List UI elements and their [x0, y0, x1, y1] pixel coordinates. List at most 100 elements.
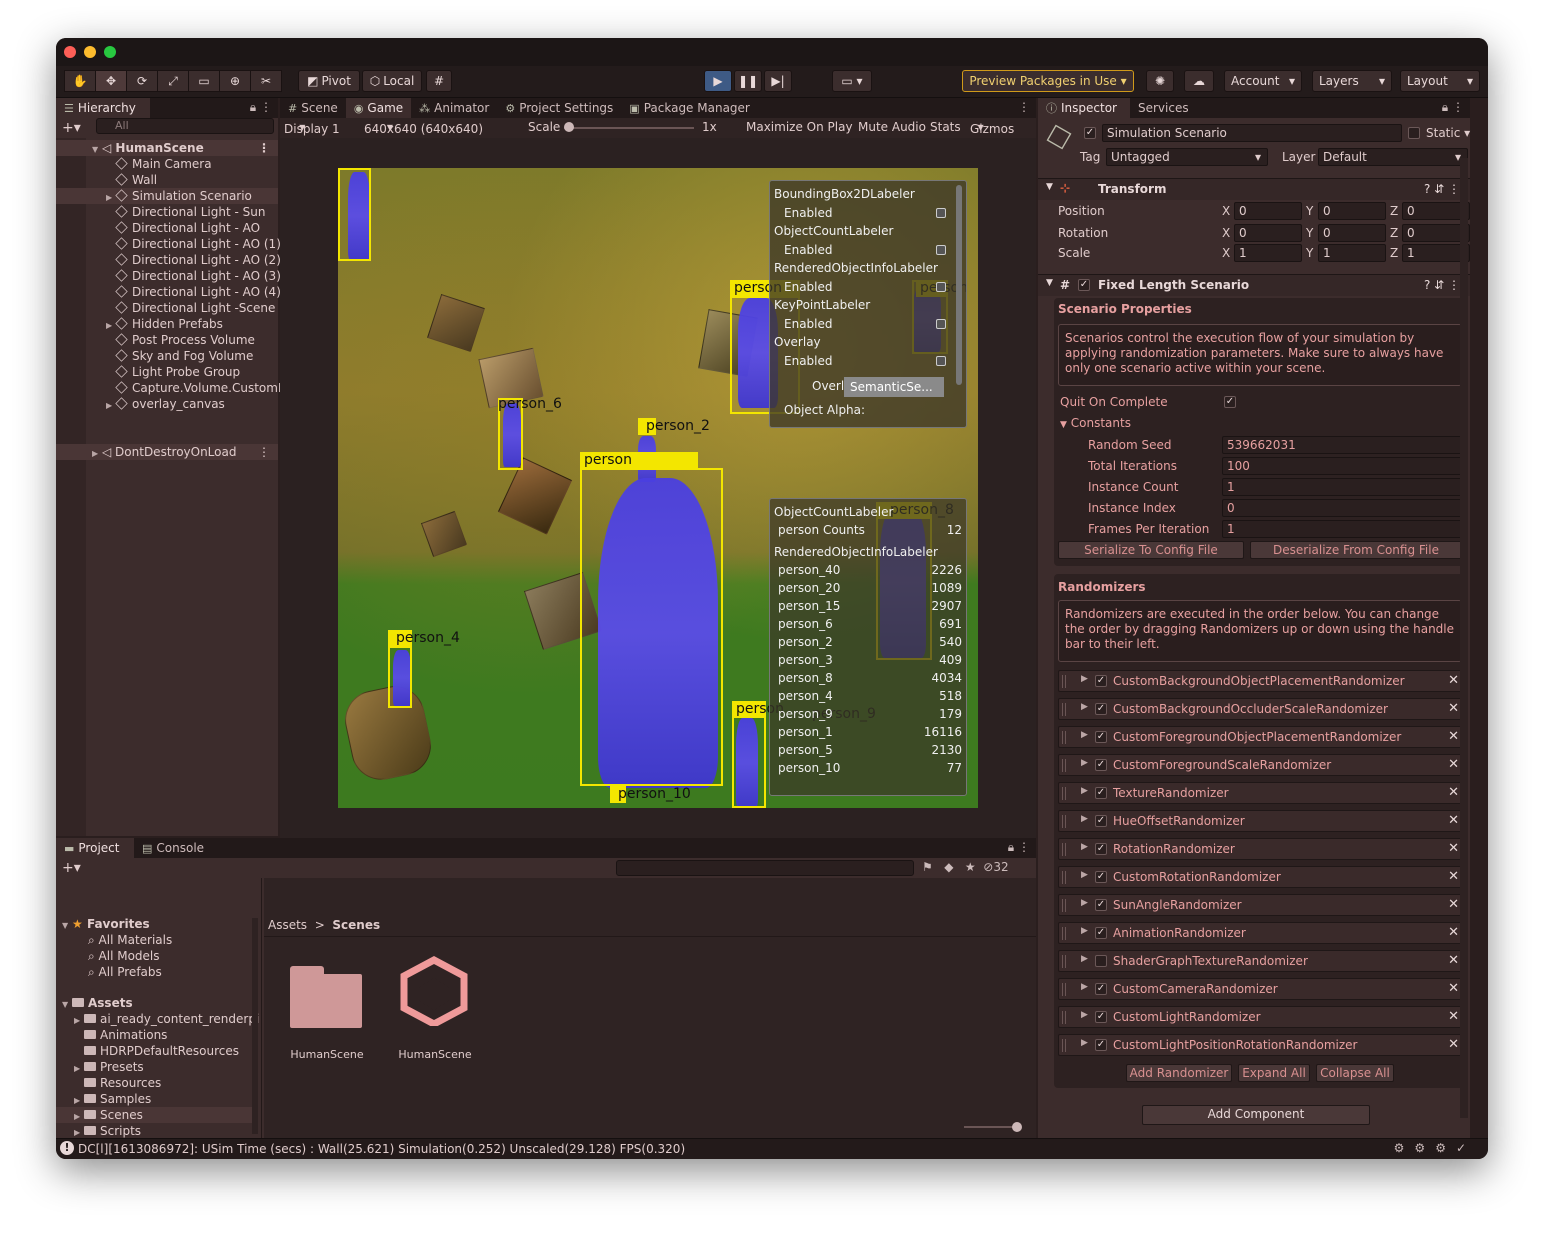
remove-randomizer-icon[interactable]: ✕ [1448, 897, 1459, 912]
hand-tool-icon[interactable]: ✋ [64, 70, 96, 92]
expand-arrow-icon[interactable]: ▶ [1081, 702, 1088, 712]
remove-randomizer-icon[interactable]: ✕ [1448, 813, 1459, 828]
remove-randomizer-icon[interactable]: ✕ [1448, 869, 1459, 884]
more-options-icon[interactable]: ⋮ [1018, 100, 1030, 114]
scale-slider[interactable] [564, 127, 694, 129]
create-asset-button[interactable]: +▾ [62, 860, 81, 876]
tab-hierarchy[interactable]: ☰ Hierarchy [56, 98, 150, 118]
constant-field[interactable]: 1 [1222, 520, 1462, 538]
status-message[interactable]: DC[l][1613086972]: USim Time (secs) : Wa… [78, 1142, 685, 1156]
mute-audio-toggle[interactable]: Mute Audio [858, 120, 926, 134]
drag-handle-icon[interactable] [1062, 955, 1066, 968]
position-y-field[interactable]: 0 [1318, 202, 1386, 220]
layer-dropdown[interactable]: Default ▾ [1318, 148, 1468, 166]
remove-randomizer-icon[interactable]: ✕ [1448, 1009, 1459, 1024]
layout-dropdown[interactable]: Layout ▾ [1400, 70, 1480, 92]
zoom-window-button[interactable] [104, 46, 116, 58]
drag-handle-icon[interactable] [1062, 787, 1066, 800]
randomizer-enabled-checkbox[interactable]: ✓ [1095, 871, 1107, 883]
transform-header[interactable]: ▼ ⊹ Transform ? ⇵ ⋮ [1038, 178, 1470, 200]
drag-handle-icon[interactable] [1062, 759, 1066, 772]
breadcrumb-scenes[interactable]: Scenes [332, 918, 380, 932]
randomizer-enabled-checkbox[interactable]: ✓ [1095, 759, 1107, 771]
remove-randomizer-icon[interactable]: ✕ [1448, 673, 1459, 688]
hierarchy-item[interactable]: Directional Light - AO (1) [56, 236, 281, 252]
randomizer-enabled-checkbox[interactable]: ✓ [1095, 927, 1107, 939]
remove-randomizer-icon[interactable]: ✕ [1448, 729, 1459, 744]
hierarchy-item[interactable]: Directional Light - Sun [56, 204, 278, 220]
randomizer-row[interactable]: ▶ ✓ CustomForegroundScaleRandomizer ✕ [1058, 754, 1466, 776]
device-simulator-dropdown[interactable]: ▭ ▾ [832, 70, 872, 92]
expand-arrow-icon[interactable]: ▶ [1081, 954, 1088, 964]
create-button[interactable]: +▾ [62, 120, 81, 136]
static-dropdown[interactable]: Static ▾ [1426, 126, 1470, 140]
constant-field[interactable]: 539662031 [1222, 436, 1462, 454]
status-icons[interactable]: ⚙⚙⚙✓ [1394, 1141, 1476, 1155]
lock-icon[interactable]: 🔒︎ ⋮ [1008, 840, 1030, 855]
deserialize-config-button[interactable]: Deserialize From Config File [1250, 541, 1462, 559]
favorites-folder[interactable]: ▼ ★ Favorites [62, 916, 150, 932]
tab-services[interactable]: Services [1130, 98, 1197, 118]
hierarchy-item[interactable]: Main Camera [56, 156, 278, 172]
tab-animator[interactable]: ⁂ Animator [411, 98, 497, 118]
asset-folder[interactable]: ▶ Scenes [56, 1107, 252, 1123]
randomizer-enabled-checkbox[interactable]: ✓ [1095, 1011, 1107, 1023]
randomizer-enabled-checkbox[interactable]: ✓ [1095, 983, 1107, 995]
hierarchy-item[interactable]: Capture.Volume.CustomP [56, 380, 285, 396]
expand-arrow-icon[interactable]: ▶ [106, 398, 116, 414]
tab-inspector[interactable]: ⓘ Inspector [1038, 98, 1130, 118]
static-checkbox[interactable] [1408, 127, 1420, 139]
minimize-window-button[interactable] [84, 46, 96, 58]
randomizer-row[interactable]: ▶ ✓ TextureRandomizer ✕ [1058, 782, 1466, 804]
drag-handle-icon[interactable] [1062, 843, 1066, 856]
randomizer-enabled-checkbox[interactable]: ✓ [1095, 787, 1107, 799]
grid-snap-icon[interactable]: # [426, 70, 452, 92]
hierarchy-item[interactable]: Directional Light - AO (3) [56, 268, 281, 284]
scale-tool-icon[interactable]: ⤢ [157, 70, 189, 92]
hierarchy-item[interactable]: ▶ Simulation Scenario [56, 188, 278, 204]
stats-toggle[interactable]: Stats [930, 120, 961, 134]
assets-root-folder[interactable]: ▼ Assets [62, 995, 133, 1011]
tab-console[interactable]: ▤ Console [134, 838, 212, 858]
transform-tool-icon[interactable]: ⊕ [219, 70, 251, 92]
constants-foldout[interactable]: ▼ Constants [1060, 416, 1131, 430]
tree-scrollbar[interactable] [252, 918, 258, 1134]
breadcrumb-assets[interactable]: Assets [268, 918, 307, 932]
resolution-dropdown[interactable]: 640x640 (640x640) ▾ [364, 120, 483, 136]
close-window-button[interactable] [64, 46, 76, 58]
asset-folder[interactable]: ▶ ai_ready_content_renderpi [56, 1011, 259, 1027]
drag-handle-icon[interactable] [1062, 731, 1066, 744]
add-randomizer-button[interactable]: Add Randomizer [1126, 1064, 1232, 1082]
labeler-enabled-toggle[interactable] [936, 282, 946, 292]
randomizer-row[interactable]: ▶ ✓ CustomForegroundObjectPlacementRandomi… [1058, 726, 1466, 748]
randomizer-row[interactable]: ▶ ✓ CustomLightRandomizer ✕ [1058, 1006, 1466, 1028]
favorite-item[interactable]: ⌕ All Models [88, 948, 160, 964]
favorite-item[interactable]: ⌕ All Prefabs [88, 964, 162, 980]
maximize-on-play-toggle[interactable]: Maximize On Play [746, 120, 853, 134]
randomizer-row[interactable]: ▶ ShaderGraphTextureRandomizer ✕ [1058, 950, 1466, 972]
hierarchy-item[interactable]: Sky and Fog Volume [56, 348, 278, 364]
pivot-toggle[interactable]: ◩ Pivot [298, 70, 360, 92]
randomizer-row[interactable]: ▶ ✓ RotationRandomizer ✕ [1058, 838, 1466, 860]
unity-scene-asset-item[interactable] [398, 954, 470, 1028]
randomizer-enabled-checkbox[interactable] [1095, 955, 1107, 967]
scale-slider-thumb[interactable] [564, 122, 574, 132]
drag-handle-icon[interactable] [1062, 1039, 1066, 1052]
hierarchy-item[interactable]: Light Probe Group [56, 364, 278, 380]
randomizer-row[interactable]: ▶ ✓ CustomBackgroundOccluderScaleRandomize… [1058, 698, 1466, 720]
cloud-icon[interactable]: ☁ [1184, 70, 1214, 92]
randomizer-enabled-checkbox[interactable]: ✓ [1095, 731, 1107, 743]
favorite-item[interactable]: ⌕ All Materials [88, 932, 172, 948]
tab-package-manager[interactable]: ▣ Package Manager [621, 98, 758, 118]
asset-folder[interactable]: ▶ Presets [56, 1059, 252, 1075]
layers-dropdown[interactable]: Layers ▾ [1312, 70, 1392, 92]
asset-folder[interactable]: Resources [56, 1075, 252, 1091]
expand-arrow-icon[interactable]: ▶ [1081, 1038, 1088, 1048]
scene-row-humanscene[interactable]: ▼ ◁ HumanScene ⋮ [56, 140, 278, 156]
pause-button[interactable]: ❚❚ [734, 70, 762, 92]
tag-dropdown[interactable]: Untagged ▾ [1106, 148, 1268, 166]
gameobject-active-checkbox[interactable]: ✓ [1084, 127, 1096, 139]
expand-arrow-icon[interactable]: ▶ [1081, 842, 1088, 852]
randomizer-enabled-checkbox[interactable]: ✓ [1095, 703, 1107, 715]
drag-handle-icon[interactable] [1062, 927, 1066, 940]
